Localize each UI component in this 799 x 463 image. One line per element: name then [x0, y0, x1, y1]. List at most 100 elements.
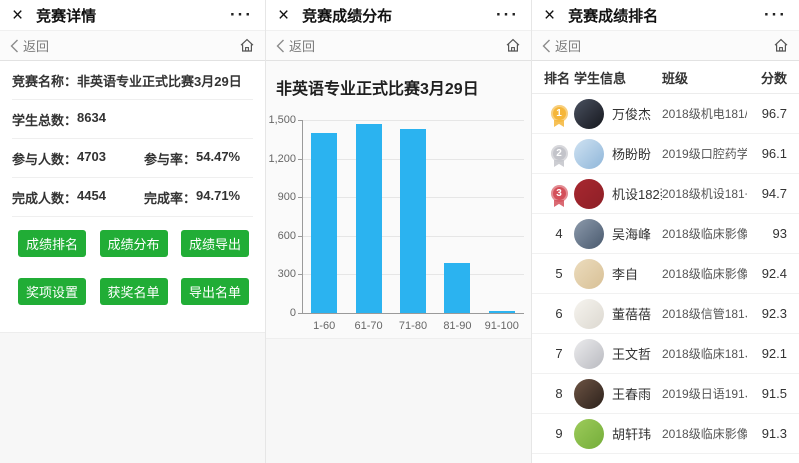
x-axis-label: 81-90: [434, 320, 480, 332]
chevron-left-icon: [276, 39, 285, 53]
y-axis-label: 900: [266, 191, 296, 203]
nav-bar: 返回: [532, 31, 799, 61]
close-icon[interactable]: ×: [544, 6, 555, 25]
action-button[interactable]: 成绩排名: [18, 230, 86, 257]
info-label: 完成人数：: [12, 188, 77, 207]
close-icon[interactable]: ×: [278, 6, 289, 25]
avatar: [574, 419, 604, 449]
more-menu-icon[interactable]: ···: [496, 10, 519, 20]
class-name: 2018级临床影像: [662, 225, 747, 242]
chevron-left-icon: [10, 39, 19, 53]
score-value: 96.7: [747, 106, 787, 121]
gold-medal-icon: 1: [551, 105, 568, 122]
gridline: [302, 120, 524, 121]
action-button[interactable]: 奖项设置: [18, 278, 86, 305]
more-menu-icon[interactable]: ···: [230, 10, 253, 20]
bar-71-80: [400, 129, 426, 313]
info-row: 学生总数：8634: [12, 100, 253, 139]
rank-cell: 5: [544, 266, 574, 281]
avatar: [574, 179, 604, 209]
back-label: 返回: [555, 36, 581, 55]
info-value: 8634: [77, 110, 106, 129]
bronze-medal-icon: 3: [551, 185, 568, 202]
student-name: 吴海峰: [612, 224, 662, 243]
table-header: 排名 学生信息 班级 分数: [532, 61, 799, 94]
nav-bar: 返回: [0, 31, 265, 61]
y-axis-label: 0: [266, 307, 296, 319]
class-name: 2018级临床影像: [662, 265, 747, 282]
chevron-left-icon: [542, 39, 551, 53]
panel-score-ranking: × 竞赛成绩排名 ··· 返回 排名 学生信息 班级 分数 1万俊杰2018级机…: [532, 0, 799, 463]
column-rank: 排名: [544, 68, 574, 87]
score-value: 92.3: [747, 306, 787, 321]
info-field: 竞赛名称：非英语专业正式比赛3月29日: [12, 71, 144, 90]
info-value: 94.71%: [196, 188, 240, 207]
student-name: 王文哲: [612, 344, 662, 363]
rank-cell: 3: [544, 185, 574, 202]
rank-cell: 7: [544, 346, 574, 361]
action-button[interactable]: 导出名单: [181, 278, 249, 305]
table-row[interactable]: 4 吴海峰2018级临床影像93: [532, 214, 799, 254]
action-button-grid: 成绩排名成绩分布成绩导出奖项设置获奖名单导出名单: [0, 217, 265, 305]
info-value: 54.47%: [196, 149, 240, 168]
y-axis-label: 300: [266, 268, 296, 280]
column-student-info: 学生信息: [574, 68, 662, 87]
action-button[interactable]: 成绩分布: [100, 230, 168, 257]
back-button[interactable]: 返回: [542, 36, 581, 55]
info-label: 竞赛名称：: [12, 71, 77, 90]
avatar: [574, 99, 604, 129]
rank-cell: 1: [544, 105, 574, 122]
table-row[interactable]: 7 王文哲2018级临床181、292.1: [532, 334, 799, 374]
info-label: 参与人数：: [12, 149, 77, 168]
rank-cell: 8: [544, 386, 574, 401]
info-label: 完成率：: [144, 188, 196, 207]
avatar: [574, 339, 604, 369]
table-row[interactable]: 8王春雨2019级日语191、...91.5: [532, 374, 799, 414]
info-field: 参与率：54.47%: [144, 149, 240, 168]
table-row[interactable]: 1万俊杰2018级机电181/1...96.7: [532, 94, 799, 134]
action-button[interactable]: 获奖名单: [100, 278, 168, 305]
avatar: [574, 259, 604, 289]
rank-cell: 4: [544, 226, 574, 241]
home-icon[interactable]: [239, 38, 255, 53]
window-title: 竞赛成绩排名: [568, 5, 764, 26]
bar-91-100: [489, 311, 515, 313]
page-footer-area: [0, 332, 265, 463]
x-axis-label: 61-70: [346, 320, 392, 332]
table-row[interactable]: 6董蓓蓓2018级信管181、...92.3: [532, 294, 799, 334]
class-name: 2019级口腔药学193: [662, 145, 747, 162]
chart-title: 非英语专业正式比赛3月29日: [276, 75, 479, 99]
ranking-table-body: 1万俊杰2018级机电181/1...96.72杨盼盼2019级口腔药学1939…: [532, 94, 799, 454]
class-name: 2018级临床181、2: [662, 345, 747, 362]
score-value: 92.1: [747, 346, 787, 361]
close-icon[interactable]: ×: [12, 6, 23, 25]
more-menu-icon[interactable]: ···: [764, 10, 787, 20]
table-row[interactable]: 2杨盼盼2019级口腔药学19396.1: [532, 134, 799, 174]
class-name: 2019级日语191、...: [662, 385, 747, 402]
rank-cell: 6: [544, 306, 574, 321]
score-value: 96.1: [747, 146, 787, 161]
column-score: 分数: [747, 68, 787, 87]
bar-81-90: [444, 263, 470, 313]
class-name: 2018级信管181、...: [662, 305, 747, 322]
info-value: 4454: [77, 188, 106, 207]
student-name: 机设182蔡...: [612, 184, 662, 203]
back-button[interactable]: 返回: [276, 36, 315, 55]
home-icon[interactable]: [773, 38, 789, 53]
avatar: [574, 219, 604, 249]
table-row[interactable]: 5李自2018级临床影像92.4: [532, 254, 799, 294]
nav-bar: 返回: [266, 31, 531, 61]
x-axis-label: 71-80: [390, 320, 436, 332]
back-label: 返回: [289, 36, 315, 55]
action-button[interactable]: 成绩导出: [181, 230, 249, 257]
home-icon[interactable]: [505, 38, 521, 53]
score-value: 91.5: [747, 386, 787, 401]
y-axis-line: [302, 120, 303, 314]
back-label: 返回: [23, 36, 49, 55]
avatar: [574, 299, 604, 329]
back-button[interactable]: 返回: [10, 36, 49, 55]
table-row[interactable]: 3机设182蔡...2018级机设181+1...94.7: [532, 174, 799, 214]
table-row[interactable]: 9胡轩玮2018级临床影像91.3: [532, 414, 799, 454]
info-row: 竞赛名称：非英语专业正式比赛3月29日: [12, 61, 253, 100]
score-value: 93: [747, 226, 787, 241]
